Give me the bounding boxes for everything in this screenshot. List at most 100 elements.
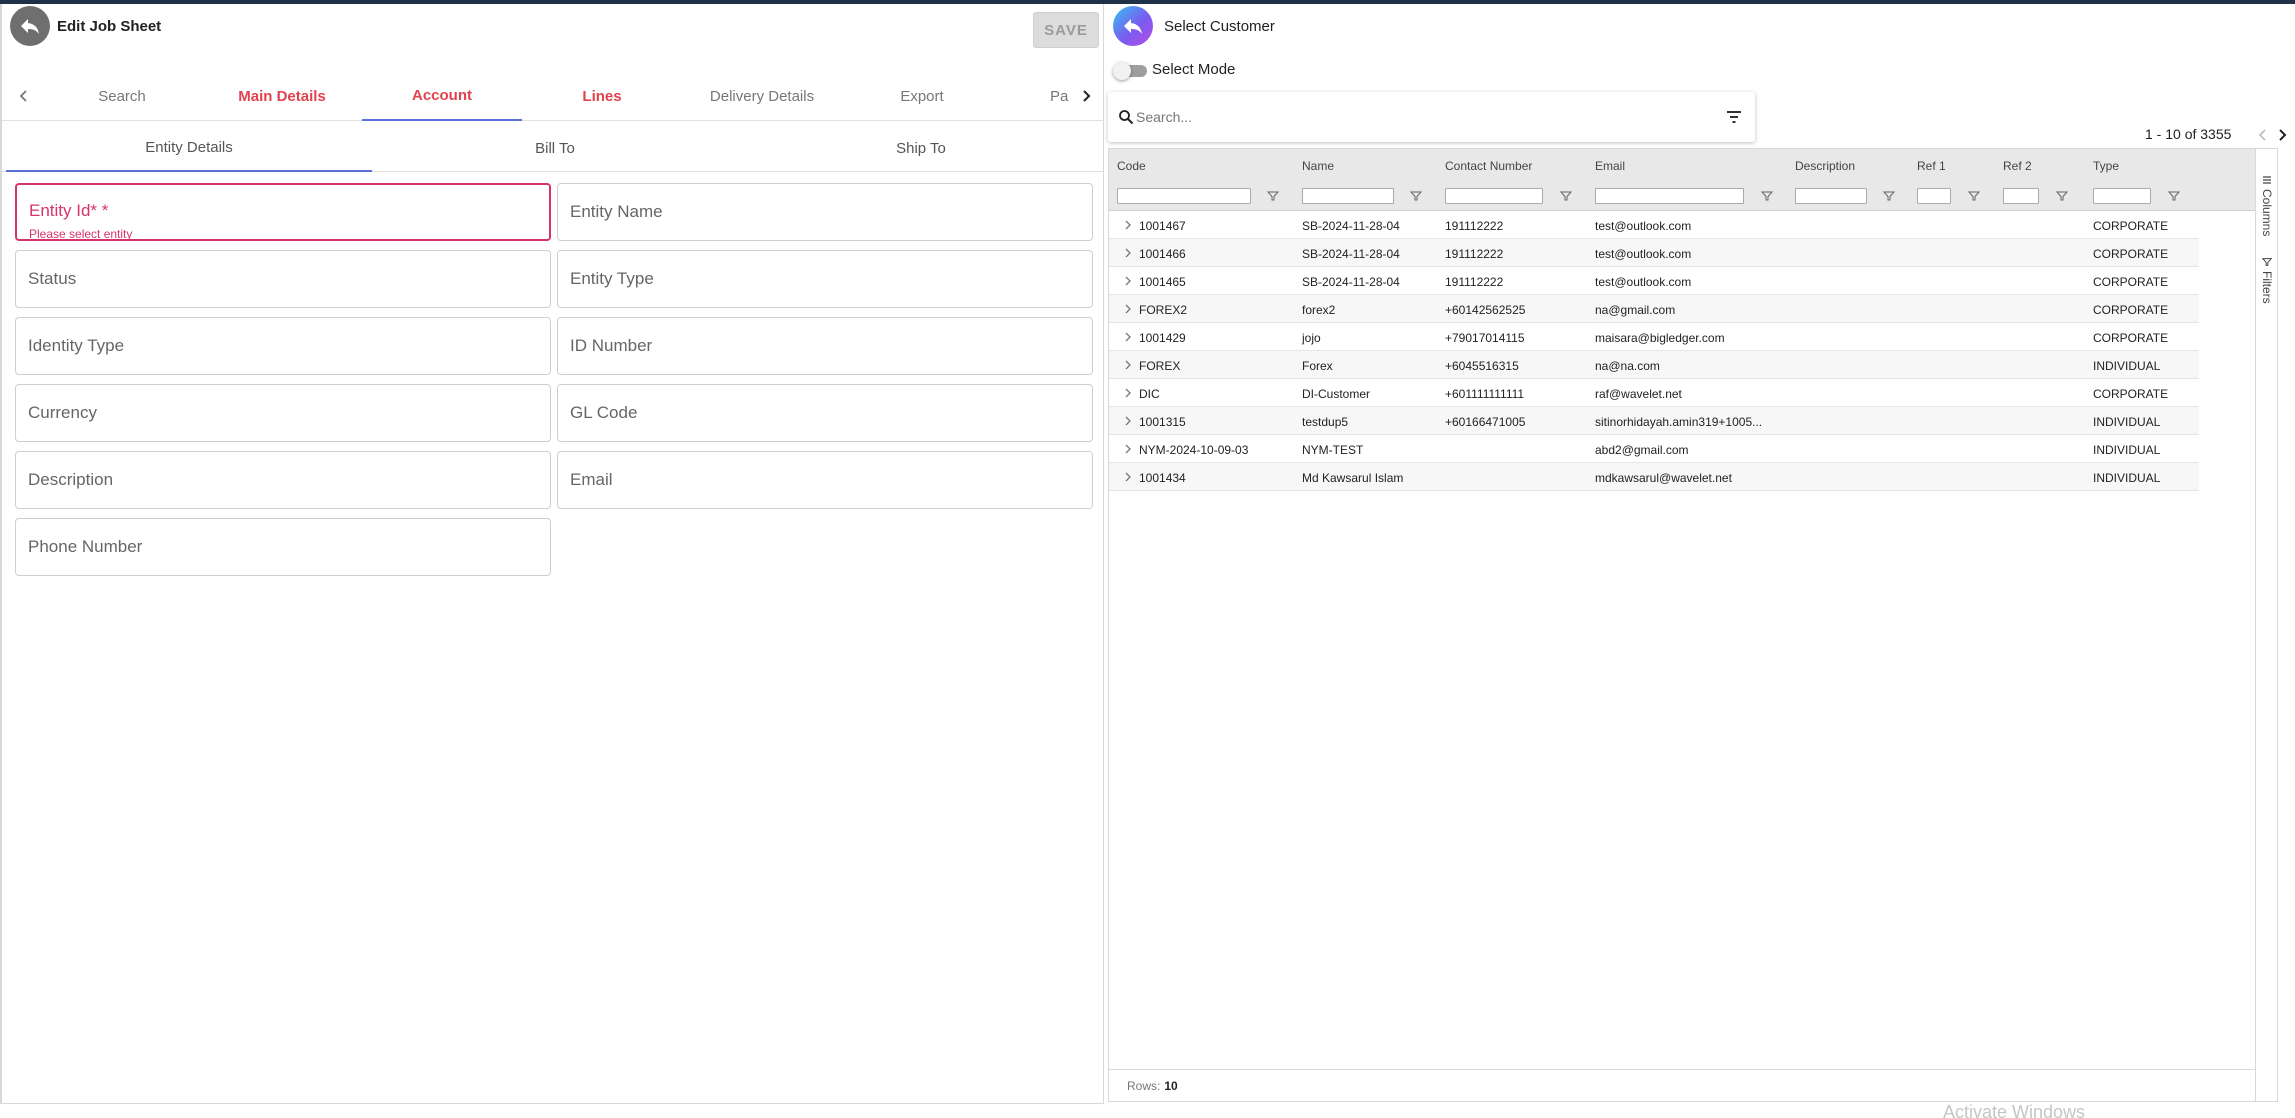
cell-email: test@outlook.com (1595, 275, 1692, 289)
select-mode-label: Select Mode (1152, 61, 1236, 78)
cell-email: maisara@bigledger.com (1595, 331, 1725, 345)
column-header-description[interactable]: Description (1795, 159, 1855, 173)
select-mode-toggle[interactable] (1113, 62, 1147, 80)
column-header-name[interactable]: Name (1302, 159, 1334, 173)
filter-lines-icon[interactable] (1725, 109, 1743, 125)
chevron-right-icon[interactable] (1123, 303, 1133, 315)
subtab-bill-to[interactable]: Bill To (372, 124, 738, 172)
filter-input-code[interactable] (1117, 188, 1251, 204)
entity-type-field[interactable]: Entity Type (557, 250, 1093, 308)
chevron-right-icon[interactable] (1123, 275, 1133, 287)
chevron-right-icon[interactable] (1123, 415, 1133, 427)
column-header-ref2[interactable]: Ref 2 (2003, 159, 2032, 173)
table-row[interactable]: 1001465 SB-2024-11-28-04 191112222 test@out… (1109, 267, 2199, 295)
entity-name-field[interactable]: Entity Name (557, 183, 1093, 241)
cell-name: Forex (1302, 359, 1333, 373)
chevron-right-icon[interactable] (1123, 443, 1133, 455)
back-arrow-icon (1124, 19, 1142, 34)
customer-back-button[interactable] (1113, 6, 1153, 46)
funnel-icon[interactable] (1883, 190, 1895, 202)
back-button[interactable] (10, 6, 50, 46)
subtab-entity-details[interactable]: Entity Details (6, 124, 372, 172)
cell-code: 1001434 (1139, 471, 1186, 485)
chevron-right-icon[interactable] (1123, 387, 1133, 399)
funnel-icon[interactable] (1761, 190, 1773, 202)
cell-name: SB-2024-11-28-04 (1302, 219, 1400, 233)
email-field[interactable]: Email (557, 451, 1093, 509)
id-number-field[interactable]: ID Number (557, 317, 1093, 375)
filter-input-ref2[interactable] (2003, 188, 2039, 204)
identity-type-field[interactable]: Identity Type (15, 317, 551, 375)
column-header-email[interactable]: Email (1595, 159, 1625, 173)
gl-code-field[interactable]: GL Code (557, 384, 1093, 442)
cell-contact-number: +6045516315 (1445, 359, 1519, 373)
phone-number-field[interactable]: Phone Number (15, 518, 551, 576)
cell-type: CORPORATE (2093, 331, 2169, 345)
activate-windows-watermark: Activate Windows (1943, 1102, 2086, 1118)
cell-name: SB-2024-11-28-04 (1302, 275, 1400, 289)
table-row[interactable]: DIC DI-Customer +601111111111 raf@wavelet.n… (1109, 379, 2199, 407)
tab-partial[interactable]: Pa (1002, 71, 1072, 121)
chevron-right-icon[interactable] (1123, 471, 1133, 483)
columns-side-button[interactable]: Columns (2256, 175, 2278, 236)
chevron-left-icon (19, 90, 27, 102)
chevron-left-icon[interactable] (2256, 127, 2270, 143)
tab-account[interactable]: Account (362, 71, 522, 121)
column-header-type[interactable]: Type (2093, 159, 2119, 173)
table-row[interactable]: 1001434 Md Kawsarul Islam mdkawsarul@wavel… (1109, 463, 2199, 491)
filter-input-type[interactable] (2093, 188, 2151, 204)
column-header-contact-number[interactable]: Contact Number (1445, 159, 1532, 173)
cell-name: NYM-TEST (1302, 443, 1364, 457)
filter-input-email[interactable] (1595, 188, 1744, 204)
tab-lines[interactable]: Lines (522, 71, 682, 121)
entity-id-field[interactable]: Entity Id* * Please select entity (15, 183, 551, 241)
chevron-right-icon[interactable] (2275, 127, 2289, 143)
table-row[interactable]: 1001429 jojo +79017014115 maisara@bigledger… (1109, 323, 2199, 351)
funnel-icon[interactable] (2168, 190, 2180, 202)
subtab-ship-to[interactable]: Ship To (738, 124, 1104, 172)
filters-side-button[interactable]: Filters (2256, 257, 2278, 304)
tab-delivery-details[interactable]: Delivery Details (682, 71, 842, 121)
cell-name: forex2 (1302, 303, 1336, 317)
chevron-right-icon[interactable] (1123, 247, 1133, 259)
chevron-right-icon[interactable] (1123, 331, 1133, 343)
funnel-icon[interactable] (1410, 190, 1422, 202)
cell-name: jojo (1302, 331, 1321, 345)
main-tabs: Search Main Details Account Lines Delive… (2, 71, 1104, 121)
tab-main-details[interactable]: Main Details (202, 71, 362, 121)
filter-input-ref1[interactable] (1917, 188, 1951, 204)
table-row[interactable]: 1001467 SB-2024-11-28-04 191112222 test@out… (1109, 211, 2199, 239)
currency-field[interactable]: Currency (15, 384, 551, 442)
funnel-icon[interactable] (1560, 190, 1572, 202)
tab-export[interactable]: Export (842, 71, 1002, 121)
column-header-ref1[interactable]: Ref 1 (1917, 159, 1946, 173)
cell-name: DI-Customer (1302, 387, 1371, 401)
filter-input-contact[interactable] (1445, 188, 1543, 204)
grid-body: Code Name Contact Number Email Descripti… (1109, 149, 2255, 1101)
save-button[interactable]: SAVE (1033, 12, 1099, 48)
chevron-right-icon[interactable] (1123, 359, 1133, 371)
table-row[interactable]: FOREX2 forex2 +60142562525 na@gmail.com CORP… (1109, 295, 2199, 323)
table-row[interactable]: 1001466 SB-2024-11-28-04 191112222 test@out… (1109, 239, 2199, 267)
column-header-code[interactable]: Code (1117, 159, 1146, 173)
grid-side-bar: Columns Filters (2255, 149, 2277, 1101)
status-field[interactable]: Status (15, 250, 551, 308)
chevron-right-icon[interactable] (1123, 219, 1133, 231)
description-field[interactable]: Description (15, 451, 551, 509)
filter-input-description[interactable] (1795, 188, 1867, 204)
tab-search[interactable]: Search (42, 71, 202, 121)
filter-input-name[interactable] (1302, 188, 1394, 204)
funnel-icon[interactable] (1968, 190, 1980, 202)
cell-contact-number: +601111111111 (1445, 387, 1525, 401)
tabs-scroll-left[interactable] (6, 71, 42, 121)
edit-job-sheet-panel: Edit Job Sheet SAVE Search Main Details … (0, 4, 1104, 1104)
funnel-icon[interactable] (2056, 190, 2068, 202)
table-row[interactable]: NYM-2024-10-09-03 NYM-TEST abd2@gmail.com I… (1109, 435, 2199, 463)
tabs-scroll-right[interactable] (1068, 71, 1104, 121)
cell-type: INDIVIDUAL (2093, 471, 2161, 485)
funnel-icon[interactable] (1267, 190, 1279, 202)
table-row[interactable]: 1001315 testdup5 +60166471005 sitinorhidaya… (1109, 407, 2199, 435)
cell-email: mdkawsarul@wavelet.net (1595, 471, 1732, 485)
search-input[interactable] (1136, 105, 1696, 129)
table-row[interactable]: FOREX Forex +6045516315 na@na.com INDIVIDUAL (1109, 351, 2199, 379)
